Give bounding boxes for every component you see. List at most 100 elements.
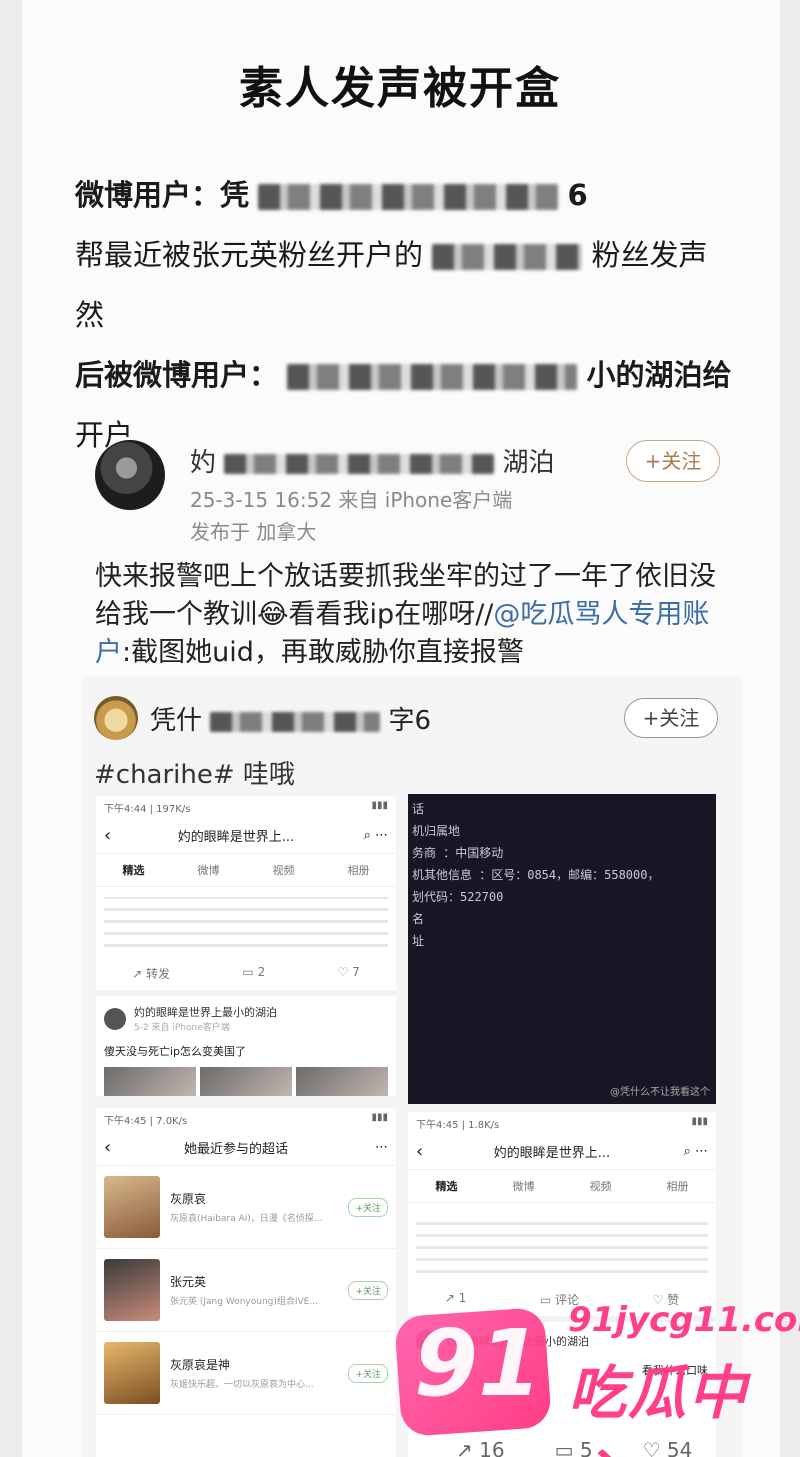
- watermark-text: 吃瓜中心: [568, 1359, 749, 1457]
- status-bar: 下午4:45 | 7.0K/s ▮▮▮: [96, 1108, 396, 1130]
- like-count: 7: [352, 965, 360, 979]
- back-icon[interactable]: ‹: [416, 1141, 436, 1162]
- tab-album[interactable]: 相册: [348, 862, 370, 878]
- comment-count: 2: [257, 965, 266, 979]
- follow-button[interactable]: +关注: [626, 440, 720, 482]
- nav-bar: ‹ 她最近参与的超话 ⋯: [96, 1130, 396, 1166]
- follow-button[interactable]: +关注: [624, 698, 718, 738]
- avatar[interactable]: [94, 696, 138, 740]
- tab-album[interactable]: 相册: [667, 1178, 689, 1194]
- username-head: 妁: [190, 448, 217, 478]
- repost-number: 16: [479, 1438, 505, 1457]
- status-text: 下午4:45 | 7.0K/s: [104, 1116, 188, 1127]
- intro-text: 微博用户：凭 6 帮最近被张元英粉丝开户的 粉丝发声然 后被微博用户： 小的湖泊…: [75, 165, 735, 465]
- redacted-name: [224, 453, 495, 474]
- post-location: 发布于 加拿大: [190, 520, 317, 544]
- post-text: 傻天没与死亡ip怎么变美国了: [104, 1045, 247, 1058]
- topic-avatar: [104, 1342, 160, 1404]
- intro-tail-1: 6: [567, 178, 588, 212]
- intro-line-2: 帮最近被张元英粉丝开户的 粉丝发声然: [75, 225, 735, 345]
- back-icon[interactable]: ‹: [104, 825, 124, 846]
- post-meta: 25-3-15 16:52 来自 iPhone客户端: [190, 488, 513, 512]
- nav-title: 妁的眼眸是世界上...: [493, 1146, 611, 1161]
- intro-label-1: 微博用户：凭: [75, 178, 250, 212]
- user-meta: 5-2 来自 iPhone客户端: [134, 1023, 230, 1033]
- watermark-number: 91: [413, 1310, 543, 1417]
- topic-avatar: [104, 1259, 160, 1321]
- info-line: 名: [412, 912, 425, 926]
- redacted-name: [287, 364, 578, 390]
- topic-row[interactable]: 灰原哀是神 灰姬快乐超，一切以灰原哀为中心... +关注: [96, 1332, 396, 1415]
- avatar[interactable]: [95, 440, 165, 510]
- search-icon[interactable]: ⌕ ⋯: [668, 1144, 708, 1159]
- username-tail: 湖泊: [502, 448, 555, 478]
- intro-line-3: 后被微博用户： 小的湖泊给: [75, 345, 735, 405]
- photo-thumb[interactable]: [200, 1067, 292, 1096]
- tab-video[interactable]: 视频: [273, 862, 295, 878]
- like-action[interactable]: ♡ 7: [338, 965, 360, 982]
- comment-action[interactable]: ▭ 2: [242, 965, 265, 982]
- search-icon[interactable]: ⌕ ⋯: [348, 828, 388, 843]
- avatar[interactable]: [104, 1007, 126, 1030]
- screenshot-supertopics[interactable]: 下午4:45 | 7.0K/s ▮▮▮ ‹ 她最近参与的超话 ⋯ 灰原哀灰原哀(H…: [96, 1108, 396, 1457]
- repost-action[interactable]: ↗ 1: [445, 1291, 467, 1308]
- watermark-url: 91jycg11.com: [568, 1300, 800, 1340]
- user-name[interactable]: 妁的眼眸是世界上最小的湖泊: [134, 1004, 277, 1020]
- photo-thumb[interactable]: [104, 1067, 196, 1096]
- repost-count[interactable]: ↗ 16: [456, 1438, 505, 1457]
- signal-icon: ▮▮▮: [371, 800, 388, 811]
- post-body: 快来报警吧上个放话要抓我坐牢的过了一年了依旧没给我一个教训😂看看我ip在哪呀//…: [95, 558, 725, 672]
- nav-bar: ‹ 妁的眼眸是世界上... ⌕ ⋯: [408, 1134, 716, 1170]
- intro-label-3: 后被微博用户：: [75, 358, 279, 392]
- back-icon[interactable]: ‹: [104, 1137, 124, 1158]
- faded-post: [416, 1213, 708, 1273]
- redacted-name: [210, 711, 381, 732]
- info-line: 务商 ：中国移动: [412, 846, 504, 860]
- topic-follow-button[interactable]: +关注: [348, 1363, 388, 1383]
- topic-follow-button[interactable]: +关注: [348, 1197, 388, 1217]
- topic-sub: 张元英 (Jang Wonyoung)组合IVE...: [170, 1297, 318, 1307]
- info-line: 划代码：522700: [412, 890, 504, 904]
- topic-row[interactable]: 张元英张元英 (Jang Wonyoung)组合IVE... +关注: [96, 1249, 396, 1332]
- screenshot-phone-info[interactable]: 话 机归属地 务商 ：中国移动 机其他信息 ：区号：0854，邮编：558000…: [408, 794, 716, 1104]
- signal-icon: ▮▮▮: [691, 1116, 708, 1127]
- topic-title: 张元英: [170, 1275, 207, 1289]
- tab-weibo[interactable]: 微博: [513, 1178, 535, 1194]
- tab-weibo[interactable]: 微博: [198, 862, 220, 878]
- photo-thumb[interactable]: [296, 1067, 388, 1096]
- info-line: 址: [412, 934, 425, 948]
- repost-username[interactable]: 凭什 字6: [150, 700, 431, 737]
- topic-avatar: [104, 1176, 160, 1238]
- post-body-tail: :截图她uid，再敢威胁你直接报警: [122, 637, 524, 668]
- nav-title: 她最近参与的超话: [183, 1142, 288, 1157]
- info-line: 话: [412, 802, 425, 816]
- topic-title: 灰原哀: [170, 1192, 207, 1206]
- video-caption: @凭什么不让我看这个: [610, 1087, 710, 1098]
- screenshot-profile[interactable]: 下午4:44 | 197K/s ▮▮▮ ‹ 妁的眼眸是世界上... ⌕ ⋯ 精选 …: [96, 796, 396, 1096]
- tab-bar: 精选 微博 视频 相册: [408, 1170, 716, 1203]
- info-line: 机其他信息 ：区号：0854，邮编：558000，: [412, 868, 660, 882]
- repost-action[interactable]: ↗ 转发: [132, 965, 170, 982]
- topic-title: 灰原哀是神: [170, 1358, 231, 1372]
- nav-title: 妁的眼眸是世界上...: [177, 830, 295, 845]
- topic-sub: 灰原哀(Haibara Ai)，日漫《名侦探...: [170, 1214, 323, 1224]
- repost-topic[interactable]: #charihe# 哇哦: [94, 754, 295, 791]
- post-user: 妁的眼眸是世界上最小的湖泊 5-2 来自 iPhone客户端: [96, 996, 396, 1041]
- status-bar: 下午4:44 | 197K/s ▮▮▮: [96, 796, 396, 818]
- username-tail: 字6: [388, 706, 432, 736]
- repost-count: 1: [458, 1291, 467, 1305]
- status-text: 下午4:44 | 197K/s: [104, 804, 191, 815]
- action-bar: ↗ 转发 ▭ 2 ♡ 7: [96, 957, 396, 996]
- tab-featured[interactable]: 精选: [436, 1178, 458, 1194]
- topic-row[interactable]: 灰原哀灰原哀(Haibara Ai)，日漫《名侦探... +关注: [96, 1166, 396, 1249]
- post-username[interactable]: 妁 湖泊: [190, 442, 555, 479]
- redacted-name: [432, 244, 583, 270]
- topic-follow-button[interactable]: +关注: [348, 1280, 388, 1300]
- tab-featured[interactable]: 精选: [123, 862, 145, 878]
- status-text: 下午4:45 | 1.8K/s: [416, 1120, 500, 1131]
- photo-row: [96, 1061, 396, 1096]
- redacted-name: [258, 184, 559, 210]
- more-icon[interactable]: ⋯: [348, 1140, 388, 1155]
- info-line: 机归属地: [412, 824, 461, 838]
- tab-video[interactable]: 视频: [590, 1178, 612, 1194]
